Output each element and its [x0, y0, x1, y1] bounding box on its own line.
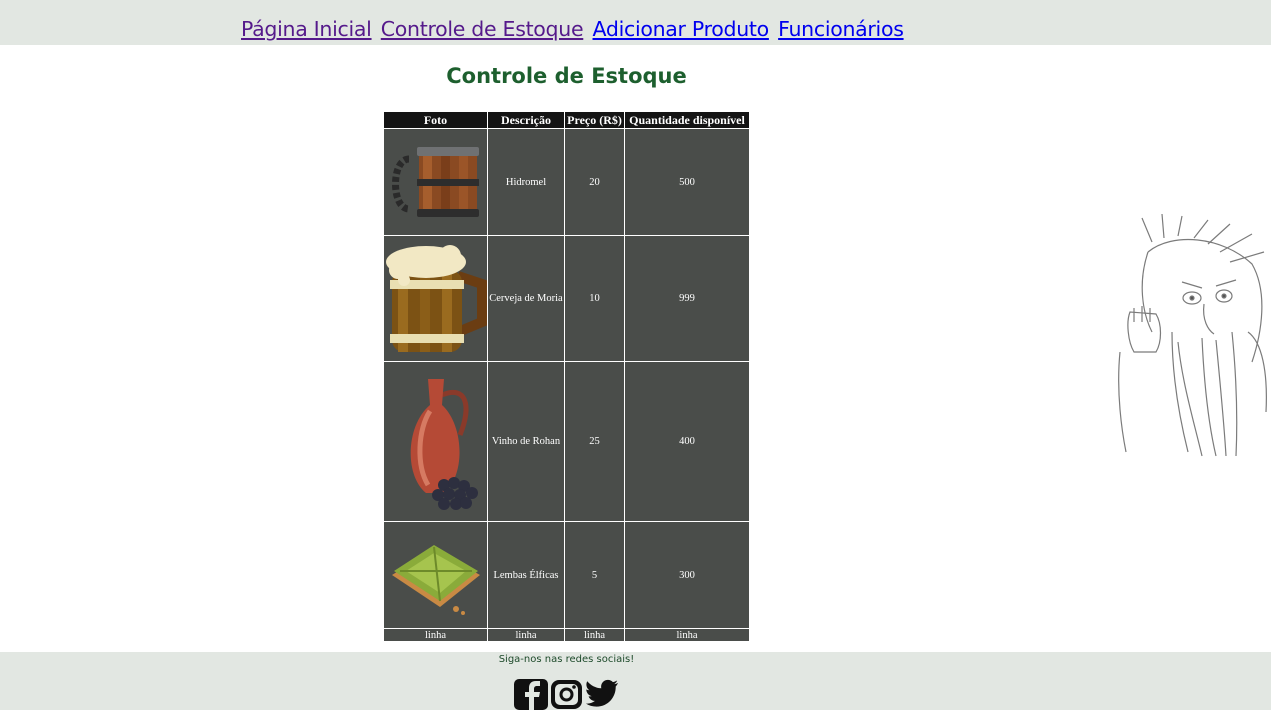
nav-link-stock[interactable]: Controle de Estoque [381, 17, 584, 41]
product-photo-cell [383, 128, 488, 236]
leaf-bread-icon [391, 544, 480, 615]
product-photo-cell [383, 361, 488, 522]
footer-cell: linha [564, 628, 625, 642]
product-price: 10 [564, 235, 625, 362]
nav-link-home[interactable]: Página Inicial [241, 17, 372, 41]
footer-social-text: Siga-nos nas redes sociais! [498, 654, 635, 665]
product-quantity: 999 [624, 235, 750, 362]
product-description: Lembas Élficas [487, 521, 565, 629]
product-description: Vinho de Rohan [487, 361, 565, 522]
header-quantity: Quantidade disponível [624, 111, 750, 129]
table-row: Hidromel 20 500 [383, 128, 750, 236]
table-header-row: Foto Descrição Preço (R$) Quantidade dis… [383, 111, 750, 129]
product-quantity: 400 [624, 361, 750, 522]
nav-link-employees[interactable]: Funcionários [778, 17, 904, 41]
stock-table: Foto Descrição Preço (R$) Quantidade dis… [383, 111, 750, 642]
footer-cell: linha [487, 628, 565, 642]
ent-sketch-illustration [1118, 213, 1267, 457]
wine-jug-grapes-icon [410, 379, 478, 510]
facebook-icon[interactable] [514, 679, 548, 710]
nav-link-add-product[interactable]: Adicionar Produto [593, 17, 770, 41]
header-photo: Foto [383, 111, 488, 129]
product-price: 25 [564, 361, 625, 522]
product-quantity: 500 [624, 128, 750, 236]
nav-links: Página Inicial Controle de Estoque Adici… [241, 17, 907, 41]
footer-cell: linha [383, 628, 488, 642]
beer-barrel-mug-icon [386, 245, 487, 352]
footer-cell: linha [624, 628, 750, 642]
table-row: Vinho de Rohan 25 400 [383, 361, 750, 522]
header-price: Preço (R$) [564, 111, 625, 129]
page-title: Controle de Estoque [446, 64, 687, 88]
table-footer-row: linha linha linha linha [383, 628, 750, 642]
product-quantity: 300 [624, 521, 750, 629]
header-description: Descrição [487, 111, 565, 129]
table-row: Cerveja de Moria 10 999 [383, 235, 750, 362]
product-description: Cerveja de Moria [487, 235, 565, 362]
footer: Siga-nos nas redes sociais! [0, 652, 1271, 710]
twitter-icon[interactable] [585, 679, 619, 709]
product-photo-cell [383, 235, 488, 362]
product-price: 20 [564, 128, 625, 236]
product-description: Hidromel [487, 128, 565, 236]
table-row: Lembas Élficas 5 300 [383, 521, 750, 629]
product-photo-cell [383, 521, 488, 629]
instagram-icon[interactable] [550, 679, 583, 710]
wooden-mug-icon [391, 146, 479, 217]
top-navigation: Página Inicial Controle de Estoque Adici… [0, 0, 1271, 45]
product-price: 5 [564, 521, 625, 629]
